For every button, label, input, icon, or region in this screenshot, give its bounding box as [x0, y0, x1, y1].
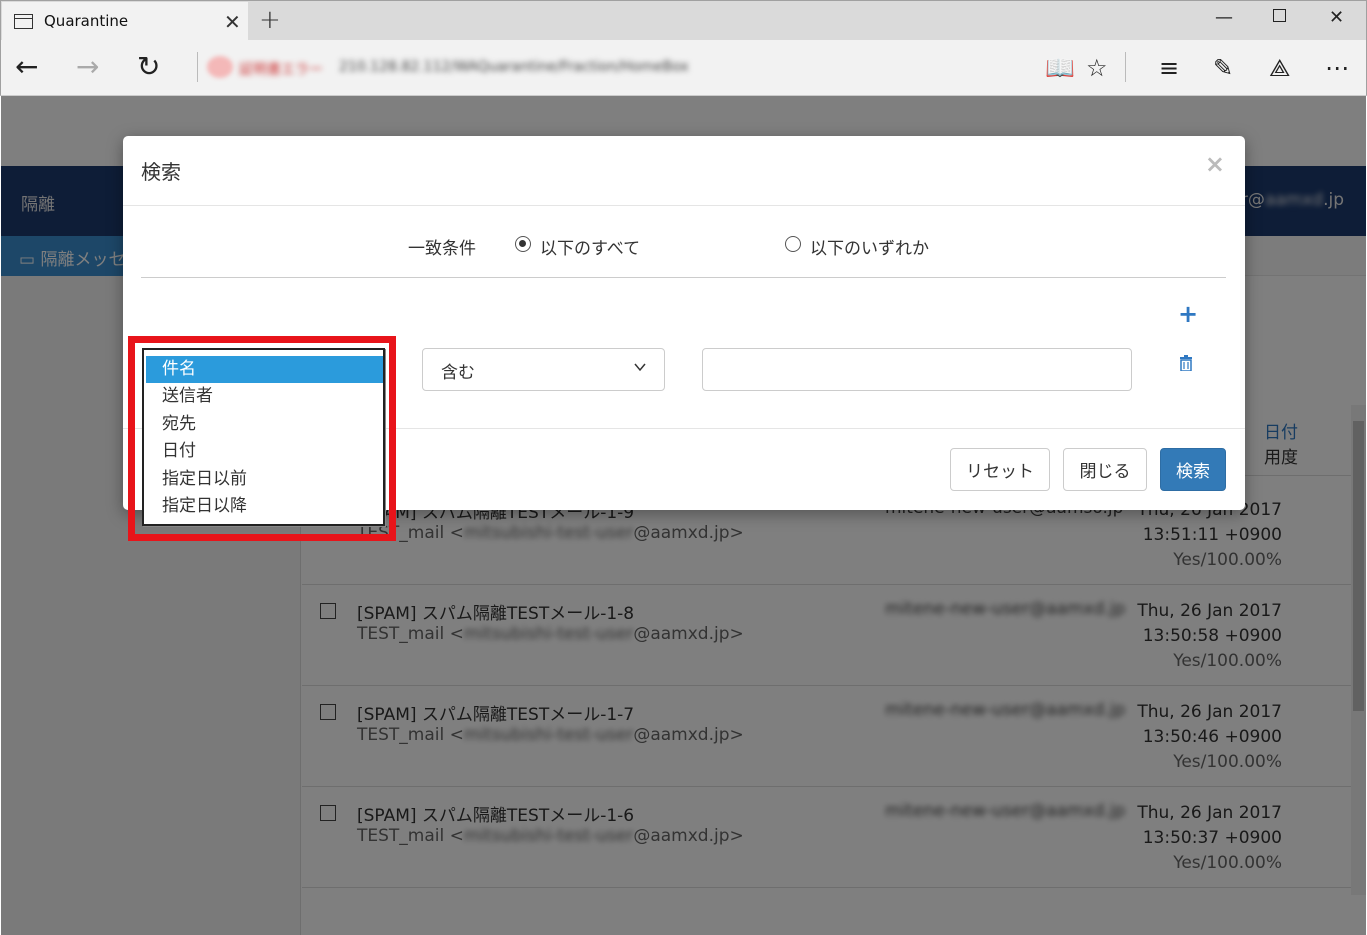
- divider: [141, 277, 1226, 278]
- close-icon[interactable]: ×: [1205, 150, 1225, 178]
- address-bar: ← → ↻ 証明書エラー 210.128.82.112/WAQuarantine…: [0, 40, 1367, 96]
- favorite-star-icon[interactable]: ☆: [1086, 54, 1108, 82]
- radio-match-any-label[interactable]: 以下のいずれか: [810, 234, 929, 259]
- page-icon: [14, 14, 33, 29]
- field-select-dropdown[interactable]: 件名 送信者 宛先 日付 指定日以前 指定日以降: [142, 348, 385, 526]
- modal-title: 検索: [141, 160, 181, 184]
- operator-select[interactable]: 含む: [422, 348, 665, 391]
- close-window-icon[interactable]: ✕: [1329, 7, 1344, 28]
- field-option-recipient[interactable]: 宛先: [146, 411, 383, 438]
- trash-icon[interactable]: [1179, 355, 1193, 371]
- add-condition-button[interactable]: +: [1178, 300, 1198, 328]
- field-option-before-date[interactable]: 指定日以前: [146, 466, 383, 493]
- maximize-icon[interactable]: [1273, 9, 1286, 22]
- search-button[interactable]: 検索: [1160, 448, 1226, 491]
- forward-icon[interactable]: →: [76, 50, 99, 83]
- operator-select-value: 含む: [441, 363, 475, 383]
- field-option-subject[interactable]: 件名: [146, 356, 383, 383]
- field-option-after-date[interactable]: 指定日以降: [146, 493, 383, 520]
- refresh-icon[interactable]: ↻: [137, 50, 160, 83]
- minimize-icon[interactable]: —: [1215, 7, 1233, 28]
- divider: [1125, 52, 1126, 82]
- browser-tab-bar: Quarantine ✕ + — ✕: [0, 0, 1367, 41]
- hub-icon[interactable]: ≡: [1159, 54, 1179, 82]
- more-icon[interactable]: ⋯: [1325, 54, 1349, 82]
- match-condition-label: 一致条件: [408, 239, 476, 259]
- url-text[interactable]: 210.128.82.112/WAQuarantine/Fraction/Hom…: [339, 59, 689, 75]
- chevron-down-icon: [634, 363, 646, 372]
- back-icon[interactable]: ←: [15, 50, 38, 83]
- field-option-date[interactable]: 日付: [146, 438, 383, 465]
- divider: [197, 52, 198, 82]
- tab-title: Quarantine: [44, 12, 129, 30]
- search-value-input[interactable]: [702, 348, 1132, 391]
- radio-match-all-label[interactable]: 以下のすべて: [540, 234, 640, 259]
- field-option-sender[interactable]: 送信者: [146, 383, 383, 410]
- divider: [123, 205, 1245, 206]
- browser-tab[interactable]: Quarantine ✕: [2, 2, 248, 41]
- new-tab-button[interactable]: +: [259, 5, 281, 35]
- close-button[interactable]: 閉じる: [1063, 448, 1147, 491]
- radio-match-all[interactable]: [515, 236, 531, 252]
- reset-button[interactable]: リセット: [950, 448, 1050, 491]
- web-note-icon[interactable]: ✎: [1213, 54, 1233, 82]
- radio-match-any[interactable]: [785, 236, 801, 252]
- close-tab-icon[interactable]: ✕: [224, 10, 241, 34]
- cert-error-label[interactable]: 証明書エラー: [239, 59, 323, 79]
- reading-view-icon[interactable]: 📖: [1045, 54, 1075, 82]
- share-icon[interactable]: ⟁: [1269, 54, 1290, 82]
- cert-error-icon[interactable]: [207, 56, 233, 78]
